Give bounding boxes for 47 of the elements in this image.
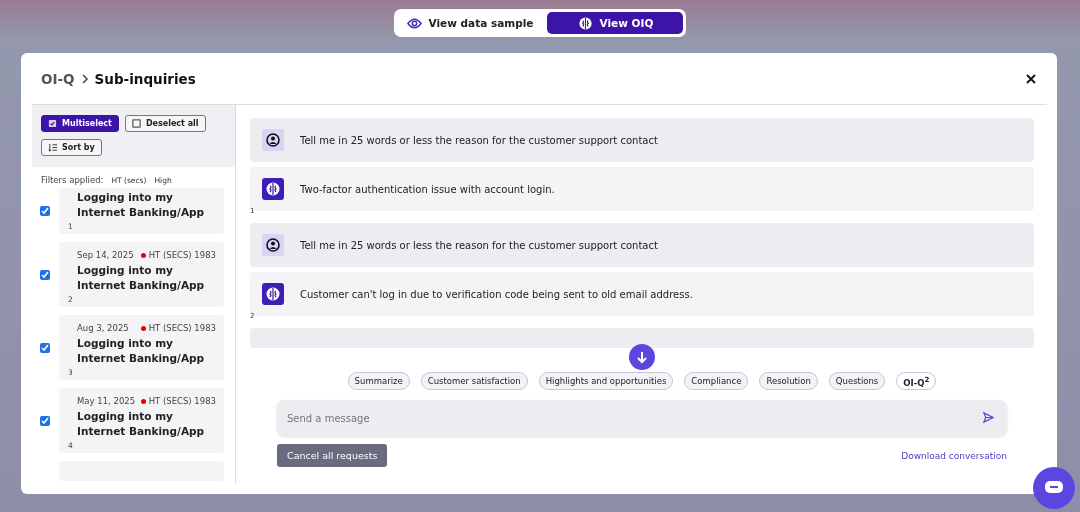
item-title: Logging into my Internet Banking/App bbox=[76, 190, 206, 220]
status-dot-icon bbox=[140, 252, 146, 258]
breadcrumb-link[interactable]: OI-Q bbox=[41, 70, 75, 87]
item-checkbox[interactable] bbox=[40, 342, 50, 353]
prompt-chip[interactable]: Resolution bbox=[759, 372, 818, 390]
prompt-chip[interactable]: Highlights and opportunities bbox=[538, 372, 674, 390]
item-checkbox[interactable] bbox=[40, 269, 50, 280]
item-date: Aug 3, 2025 bbox=[77, 323, 129, 333]
user-message: Tell me in 25 words or less the reason for the customer support contact bbox=[250, 223, 1034, 267]
arrow-down-icon bbox=[635, 350, 649, 364]
user-message: Tell me in 25 words or less the reason for the customer support contact bbox=[250, 118, 1034, 162]
prompt-chip[interactable]: Customer satisfaction bbox=[420, 372, 528, 390]
brain-icon bbox=[265, 286, 281, 302]
prompt-chip[interactable]: Compliance bbox=[684, 372, 749, 390]
checkbox-icon bbox=[48, 119, 57, 128]
item-checkbox[interactable] bbox=[40, 206, 50, 216]
prompt-chip[interactable]: Questions bbox=[828, 372, 886, 390]
item-metric: HT (SECS) 1983 bbox=[148, 323, 216, 333]
item-title: Logging into my Internet Banking/App bbox=[76, 263, 206, 293]
view-tab[interactable]: View OIQ bbox=[547, 12, 684, 34]
sort-icon bbox=[48, 143, 57, 152]
item-date: Sep 14, 2025 bbox=[77, 250, 134, 260]
item-title: Logging into my Internet Banking/App bbox=[76, 409, 206, 439]
item-metric: HT (SECS) 1983 bbox=[148, 396, 216, 406]
multiselect-button[interactable]: Multiselect bbox=[41, 115, 119, 132]
status-dot-icon bbox=[140, 398, 146, 404]
status-dot-icon bbox=[140, 325, 146, 331]
item-checkbox[interactable] bbox=[40, 415, 50, 426]
prompt-chip[interactable]: Summarize bbox=[347, 372, 410, 390]
chat-button[interactable] bbox=[1033, 467, 1075, 509]
chevron-icon bbox=[80, 73, 89, 84]
send-icon[interactable] bbox=[982, 411, 995, 424]
deselect-all-button[interactable]: Deselect all bbox=[124, 115, 206, 132]
sort-button[interactable]: Sort by bbox=[41, 139, 102, 156]
download-link[interactable]: Download conversation bbox=[901, 450, 1007, 461]
brain-icon bbox=[265, 181, 281, 197]
modal-title: Sub-inquiries bbox=[94, 70, 196, 87]
item-date: May 11, 2025 bbox=[77, 396, 136, 406]
checkbox-icon bbox=[131, 119, 141, 128]
filters-label: Filters applied: bbox=[41, 175, 104, 185]
cancel-button[interactable]: Cancel all requests bbox=[277, 444, 388, 467]
brain-icon bbox=[577, 15, 593, 31]
item-title: Logging into my Internet Banking/App bbox=[76, 336, 206, 366]
scroll-down-button[interactable] bbox=[629, 344, 655, 370]
prompt-chip[interactable]: OI-Q$^{2}$ bbox=[896, 372, 937, 390]
message-field[interactable]: Send a message bbox=[277, 400, 1007, 436]
item-metric: HT (SECS) 1983 bbox=[148, 250, 216, 260]
